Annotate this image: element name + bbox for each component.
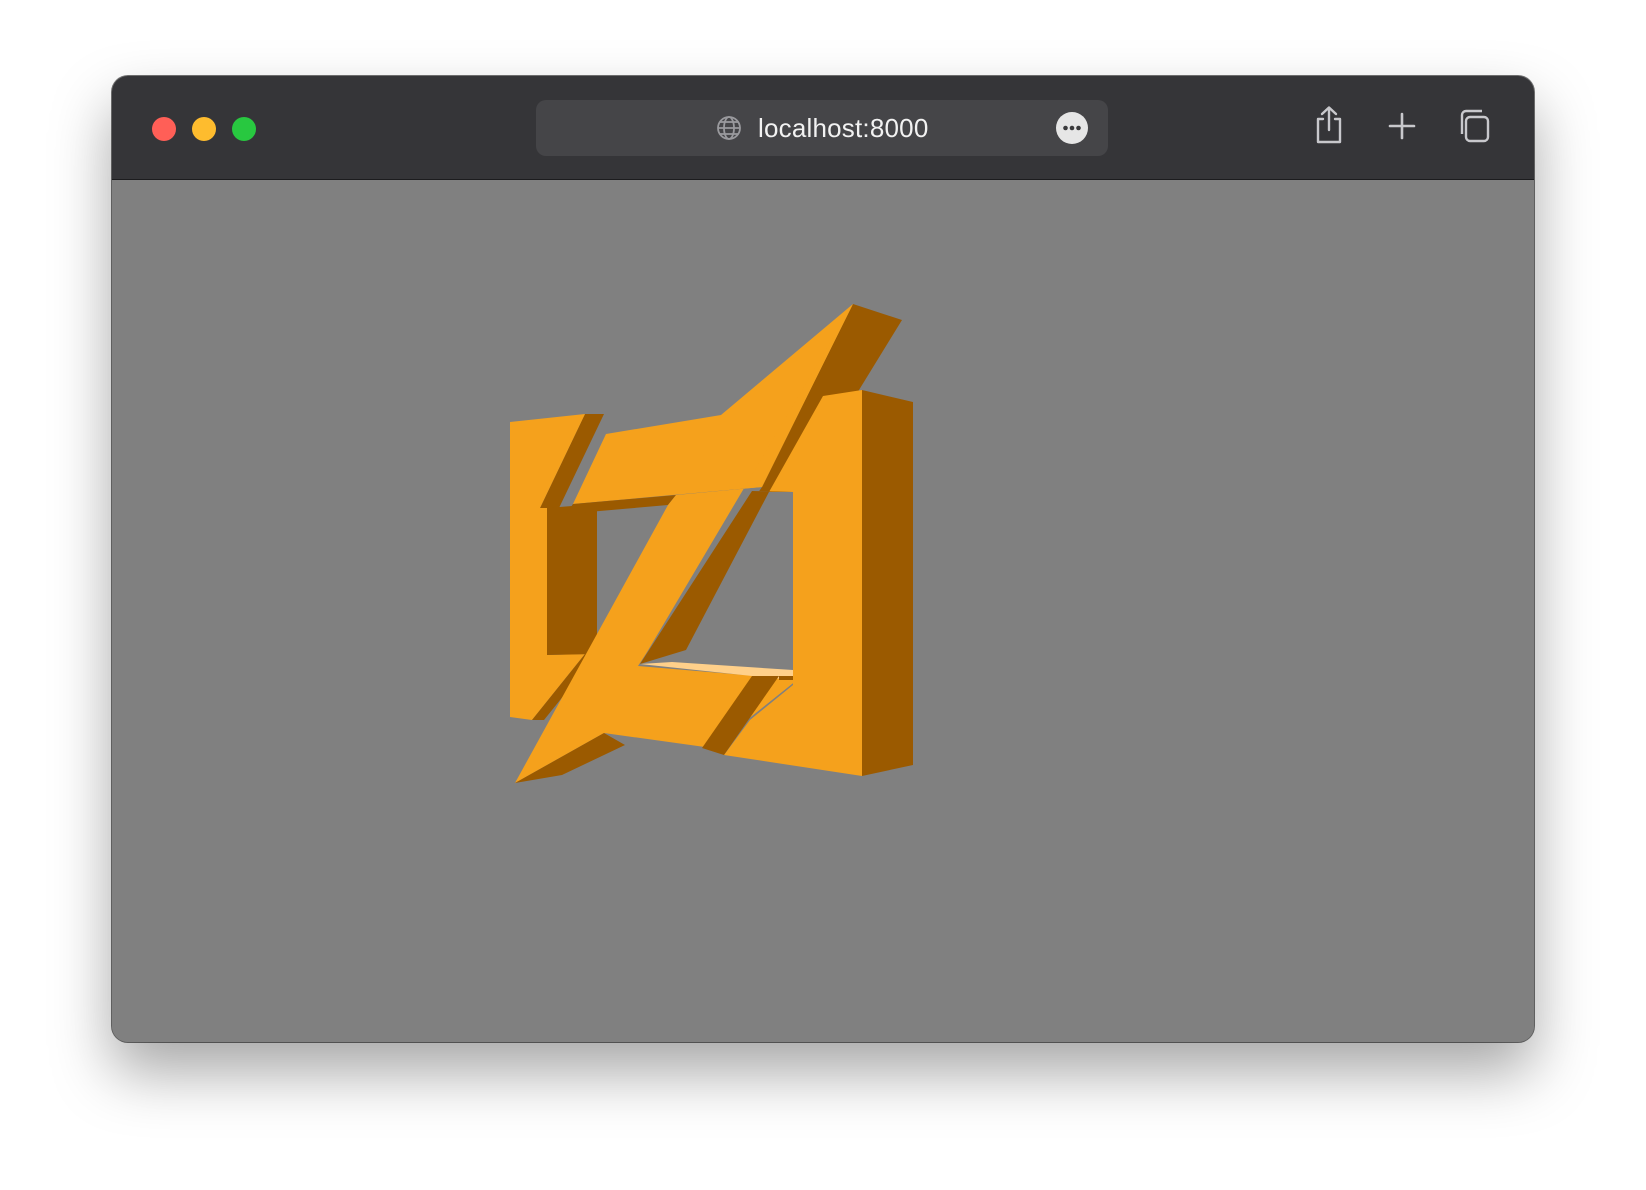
tab-overview-icon[interactable] xyxy=(1455,104,1495,148)
close-button[interactable] xyxy=(152,117,176,141)
share-icon[interactable] xyxy=(1309,104,1349,148)
logo-inner-shadow xyxy=(779,676,793,680)
logo-side-face xyxy=(862,390,913,776)
plus-icon[interactable] xyxy=(1382,104,1422,148)
address-bar[interactable]: localhost:8000 xyxy=(536,100,1108,156)
address-text: localhost:8000 xyxy=(758,113,929,143)
globe-icon xyxy=(717,116,741,140)
title-bar: localhost:8000 xyxy=(112,76,1534,180)
ellipsis-icon xyxy=(1063,125,1081,131)
browser-window: localhost:8000 xyxy=(112,76,1534,1042)
page-options-button[interactable] xyxy=(1056,112,1088,144)
orange-3d-logo xyxy=(510,304,913,783)
maximize-button[interactable] xyxy=(232,117,256,141)
minimize-button[interactable] xyxy=(192,117,216,141)
logo-inner-shadow xyxy=(547,504,597,655)
page-viewport xyxy=(112,180,1534,1042)
